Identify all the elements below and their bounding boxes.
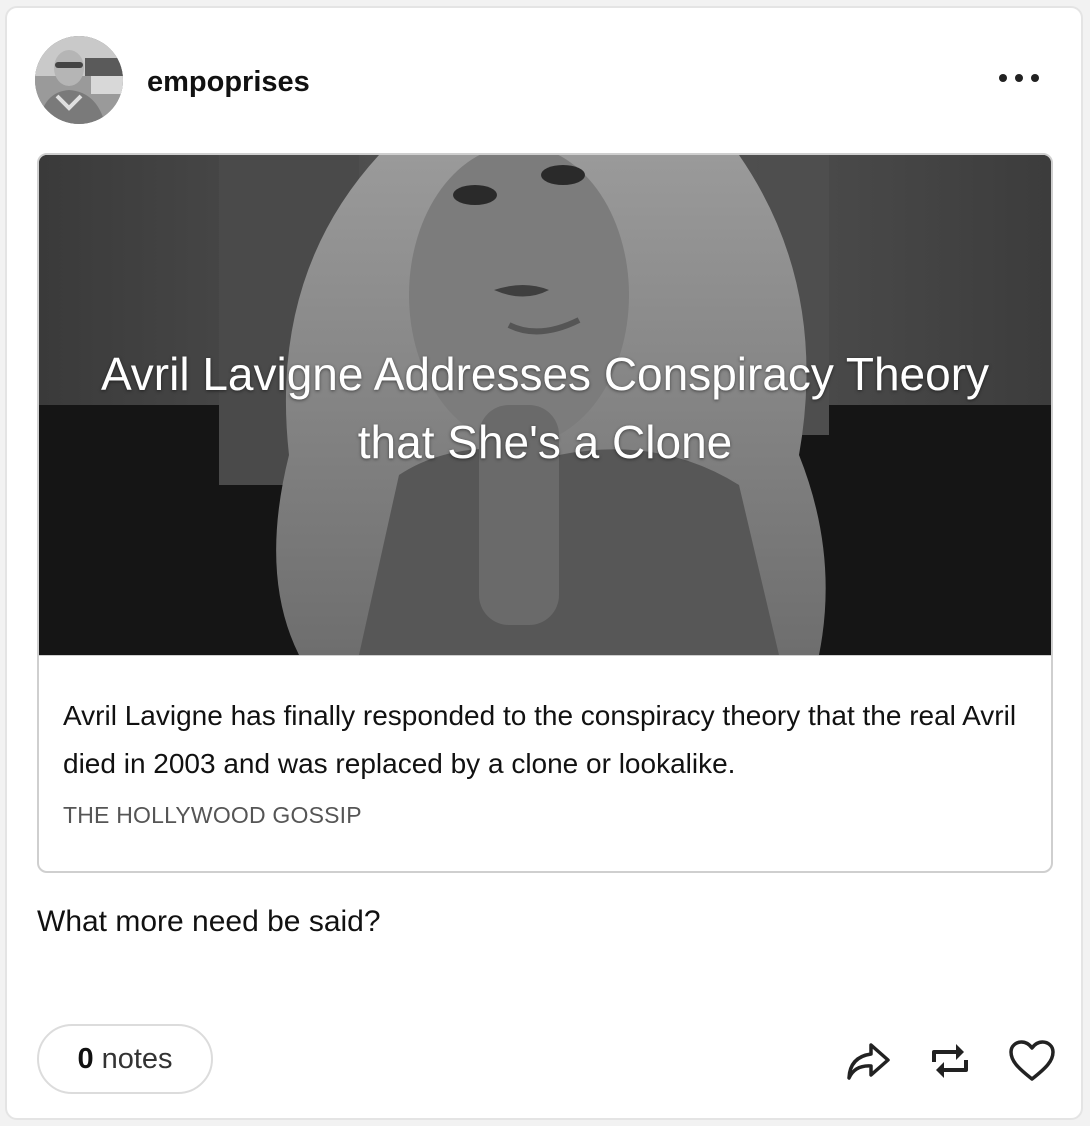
more-options-icon[interactable] bbox=[999, 66, 1039, 90]
link-card[interactable]: Avril Lavigne Addresses Conspiracy Theor… bbox=[37, 153, 1053, 873]
notes-label: notes bbox=[101, 1042, 173, 1075]
avatar[interactable] bbox=[35, 36, 123, 124]
link-card-source: THE HOLLYWOOD GOSSIP bbox=[63, 802, 362, 828]
reblog-icon[interactable] bbox=[925, 1036, 975, 1086]
post-card: empoprises Avril Lavigne Addresses Consp… bbox=[5, 6, 1083, 1120]
post-caption: What more need be said? bbox=[37, 905, 381, 938]
post-actions bbox=[811, 1036, 1057, 1086]
link-card-body: Avril Lavigne has finally responded to t… bbox=[39, 655, 1051, 871]
link-card-description: Avril Lavigne has finally responded to t… bbox=[63, 700, 1017, 779]
post-header: empoprises bbox=[35, 36, 1053, 128]
username[interactable]: empoprises bbox=[147, 66, 310, 99]
link-card-title[interactable]: Avril Lavigne Addresses Conspiracy Theor… bbox=[79, 340, 1011, 476]
avatar-image bbox=[35, 36, 123, 124]
heart-icon[interactable] bbox=[1007, 1036, 1057, 1086]
link-card-image[interactable]: Avril Lavigne Addresses Conspiracy Theor… bbox=[39, 155, 1051, 655]
share-icon[interactable] bbox=[843, 1036, 893, 1086]
notes-button[interactable]: 0 notes bbox=[37, 1024, 213, 1094]
notes-count: 0 bbox=[77, 1042, 94, 1075]
